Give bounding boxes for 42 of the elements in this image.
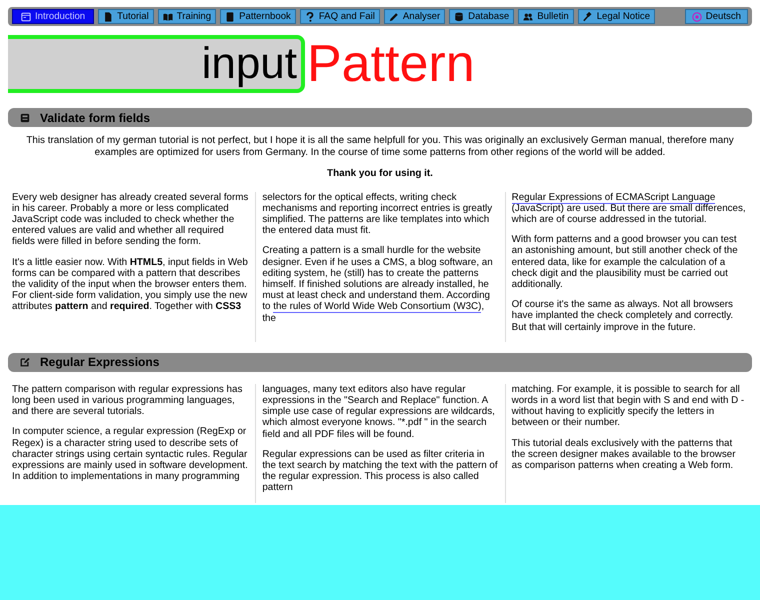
nav-tab[interactable]: Legal Notice [578,9,656,24]
paragraph: Regular Expressions of ECMAScript Language (JavaScript) are used. But there are small differences, which are of course addressed in the tutorial. [512,192,747,226]
nav-tab[interactable]: Database [449,9,514,24]
paragraph: selectors for the optical effects, writing check mechanisms and reporting incorrect entries is greatly simplified. The patterns are like templates into which the entered data must fit. [262,192,494,236]
paragraph: In computer science, a regular expression (RegExp or Regex) is a character string used to describe sets of character strings using certain syntactic rules. Regular expressions are mainly used in software development. In addition to implementations in many programming [12,426,249,482]
language-tab[interactable]: Deutsch [684,9,748,24]
logo-input-text: input [8,35,305,93]
section-title: Regular Expressions [40,355,160,370]
database-icon [454,12,464,22]
form-icon [20,112,30,122]
intro-text: This translation of my german tutorial is not perfect, but I hope it is all the same helpfull for you. This was originally an exclusively German manual, therefore many examples are optimized for users from Germany. In the course of time some patterns from other regions of the world will be added. [25,135,735,158]
paragraph: languages, many text editors also have regular expressions in the "Search and Replace" function. A simple use case of regular expressions are wildcards, which almost everyone knows. "*.pdf " in the search field and all PDF files will be found. [262,384,496,440]
paragraph: It's a little easier now. With HTML5, input fields in Web forms can be compared with a pattern that describes the validity of the input when the browser enters them. For client-side form validation, you simply use the new attributes pattern and required. Together with CSS3 [12,256,249,313]
nav-tab[interactable]: Analyser [384,9,446,24]
paragraph: Regular expressions can be used as filter criteria in the text search by matching the text with the pattern of the regular expression. This process is also called pattern [262,448,499,494]
nav-tab[interactable]: Bulletin [518,9,574,24]
intro-text: Thank you for using it. [326,168,434,180]
document-icon [103,12,114,22]
pencil-icon [388,12,399,22]
paragraph: Creating a pattern is a small hurdle for the website designer. Even if he uses a CMS, a blog software, an editing system, he (still) has to create the patterns himself. If finished solutions are already installed, he must at least check and understand them. According to the rules of World Wide Web Consortium (W3C), the [262,245,494,324]
nav-tab[interactable]: Tutorial [98,9,154,24]
window-icon [21,12,31,22]
paragraph: With form patterns and a good browser you can test an astonishing amount, but still another check of the entered data, like for example the calculation of a check digit and the plausibility must be carried out additionally. [512,234,739,290]
notebook-icon [225,12,236,22]
nav-tab[interactable]: FAQ and Fail [300,9,380,24]
paragraph: This tutorial deals exclusively with the patterns that the screen designer makes available to the browser as comparison patterns when creating a Web form. [512,438,736,472]
logo-pattern-text: Pattern [307,34,475,94]
users-icon [523,12,534,22]
question-mark-icon [304,12,315,22]
paragraph: Of course it's the same as always. Not all browsers have implanted the check completely and correctly. But that will certainly improve in the future. [512,299,734,333]
nav-tab[interactable]: Training [158,9,216,24]
paragraph: Every web designer has already created several forms in his career. Probably a more or less complicated JavaScript code was included to check whether the entered values are valid and whether all required fields were filled in before sending the form. [12,192,250,248]
text-link[interactable]: Regular Expressions of ECMAScript Language [512,192,716,204]
paragraph: The pattern comparison with regular expressions has long been used in various programming languages, and there are several tutorials. [12,384,244,418]
text-link[interactable]: the rules of World Wide Web Consortium (W3C) [273,301,482,314]
paragraph: matching. For example, it is possible to search for all words in a word list that begin with S and end with D - without having to explicitly specify the letters in between or their number. [512,384,746,429]
nav-tab[interactable]: Patternbook [220,9,296,24]
section-title: Validate form fields [40,110,150,124]
gavel-icon [582,12,593,22]
open-book-icon [162,12,173,22]
nav-tab[interactable]: Introduction [12,9,94,24]
edit-icon [20,357,30,368]
